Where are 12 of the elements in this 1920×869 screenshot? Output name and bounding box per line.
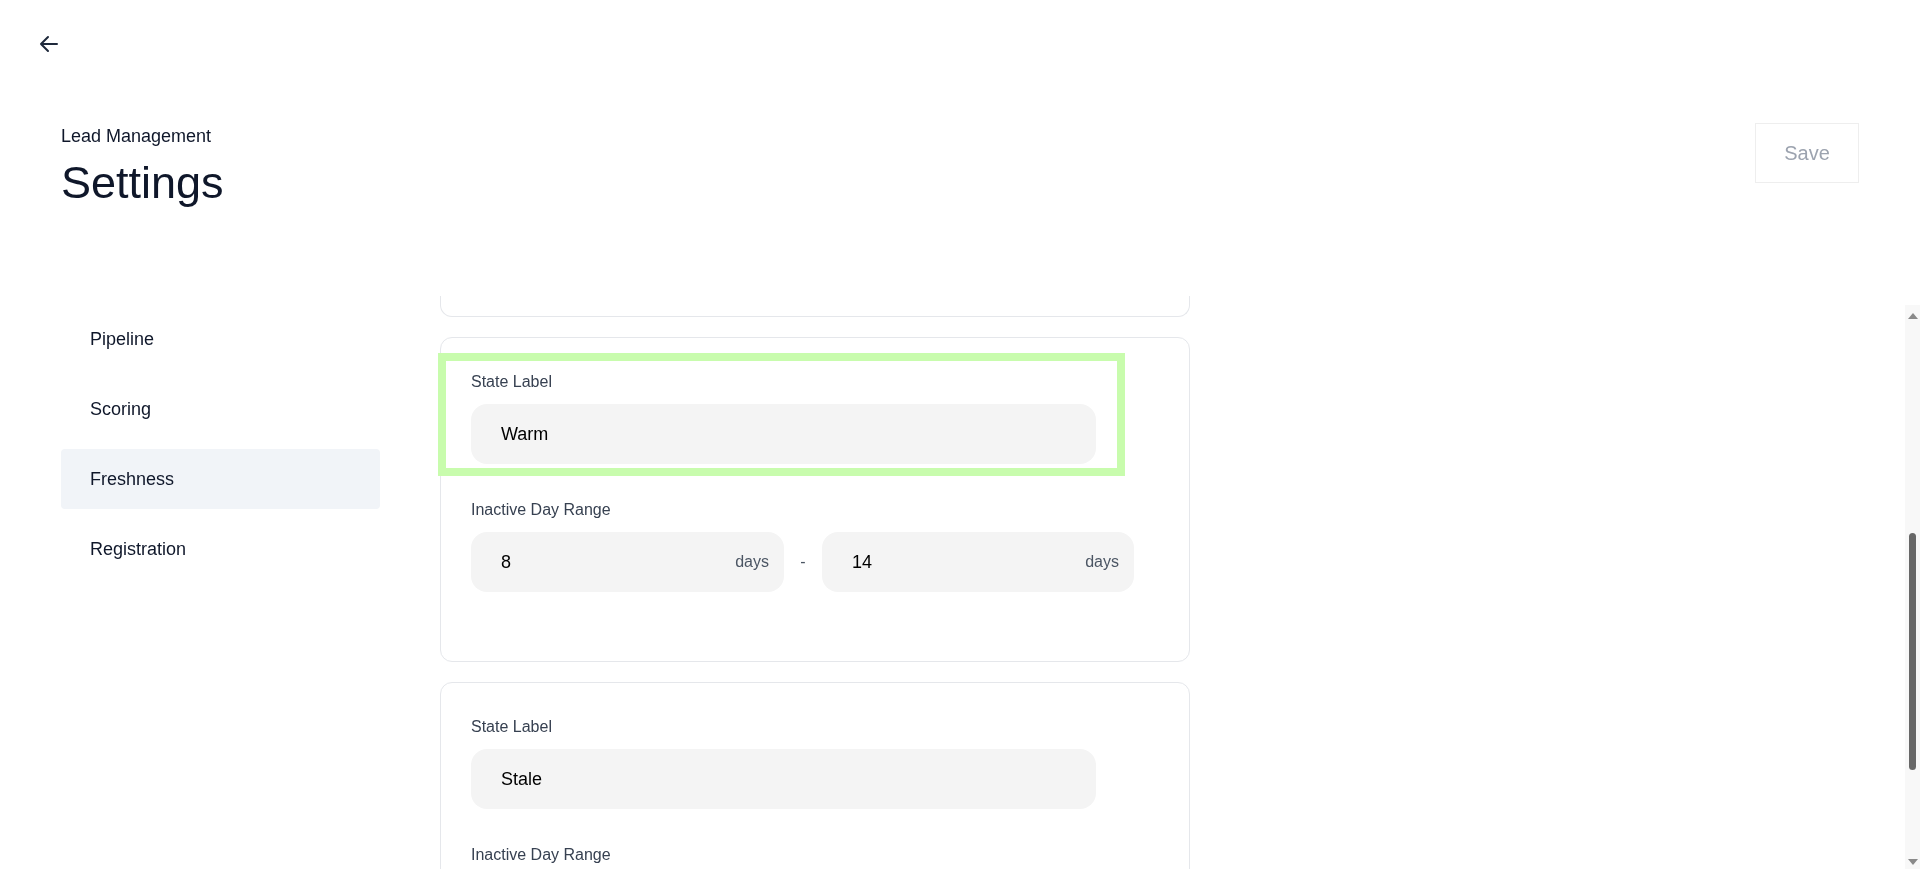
state-label-field[interactable]: Stale bbox=[471, 749, 1096, 809]
field-label: State Label bbox=[471, 372, 553, 392]
sidebar-item[interactable]: Freshness bbox=[61, 449, 380, 509]
state-label-field[interactable]: Warm bbox=[471, 404, 1096, 464]
field-label: Inactive Day Range bbox=[471, 845, 612, 865]
day-to-field[interactable]: 14 days bbox=[822, 532, 1134, 592]
field-label: Inactive Day Range bbox=[471, 500, 612, 520]
page-subtitle: Lead Management bbox=[61, 125, 213, 147]
day-from-field[interactable]: 8 days bbox=[471, 532, 784, 592]
range-separator: - bbox=[799, 552, 807, 572]
page-title: Settings bbox=[61, 156, 224, 210]
field-label: State Label bbox=[471, 717, 553, 737]
